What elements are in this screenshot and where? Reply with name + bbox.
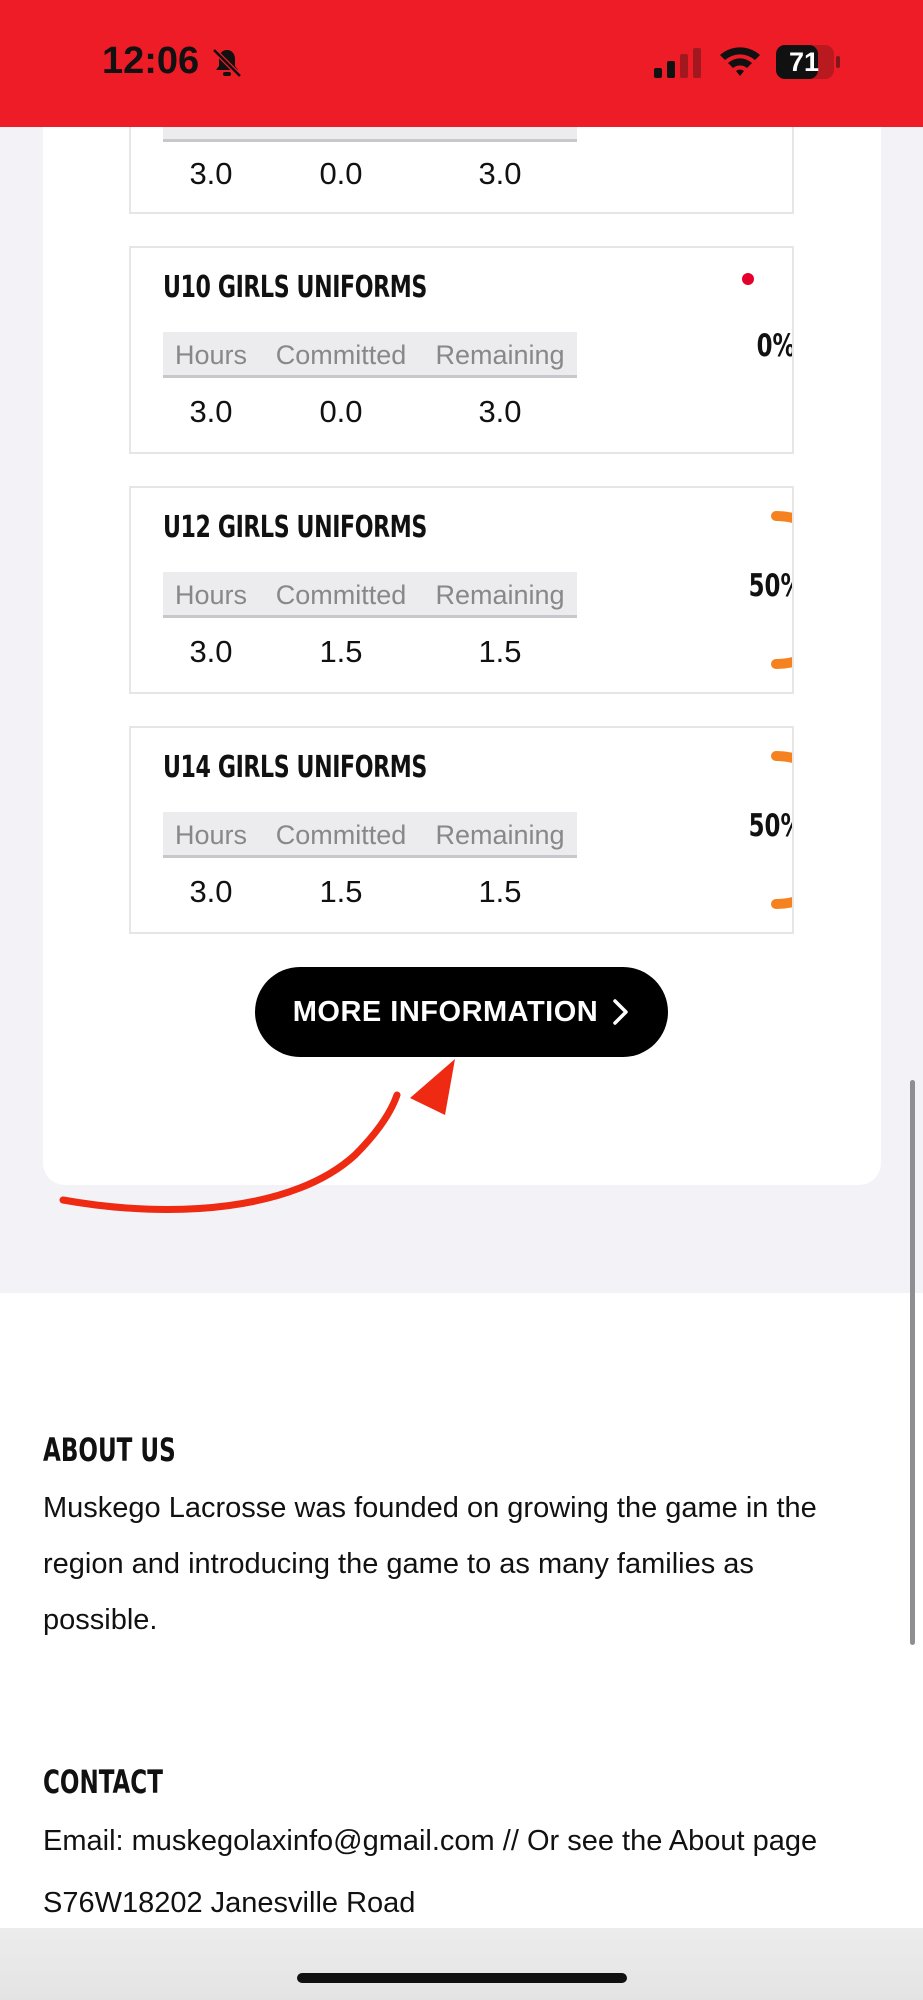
committed-value: 0.0 [319,394,363,429]
browser-bottom-bar [0,1928,923,2000]
stats-header: Hours Committed Remaining [163,572,577,618]
hours-header: Hours [174,820,248,850]
committed-header: Committed [275,580,407,610]
cellular-signal-icon [654,48,701,78]
need-card[interactable]: U14 GIRLS UNIFORMS Hours Committed Remai… [129,726,794,934]
progress-label: 50% [748,808,792,844]
need-card[interactable]: U10 GIRLS UNIFORMS Hours Committed Remai… [129,246,794,454]
annotation-arrow [59,1059,455,1213]
chevron-right-icon [613,999,628,1025]
remaining-value: 3.0 [478,394,522,429]
hours-header: Hours [174,580,248,610]
need-title: U14 GIRLS UNIFORMS [163,750,427,785]
hours-value: 3.0 [189,156,233,191]
about-text: Muskego Lacrosse was founded on growing … [43,1492,817,1636]
committed-header: Committed [275,340,407,370]
status-bar: 12:06 71 [0,0,923,127]
about-heading: ABOUT US [43,1431,176,1469]
need-card[interactable]: U12 GIRLS UNIFORMS Hours Committed Remai… [129,486,794,694]
hours-value: 3.0 [189,874,233,909]
progress-label: 50% [748,568,792,604]
contact-email[interactable]: Email: muskegolaxinfo@gmail.com // Or se… [43,1813,873,1869]
remaining-header: Remaining [435,820,565,850]
home-indicator[interactable] [297,1973,627,1983]
remaining-value: 3.0 [478,156,522,191]
committed-value: 1.5 [319,874,363,909]
hours-value: 3.0 [189,634,233,669]
stats-header: Hours Committed Remaining [163,332,577,378]
stats-header: Hours Committed Remaining [163,812,577,858]
committed-value: 0.0 [319,156,363,191]
committed-value: 1.5 [319,634,363,669]
scrollbar[interactable] [910,1080,915,1645]
remaining-header: Remaining [435,580,565,610]
address-text: S76W18202 Janesville Road [43,1887,416,1919]
need-title: U10 GIRLS UNIFORMS [163,270,427,305]
more-information-button[interactable]: MORE INFORMATION [255,967,668,1057]
contact-heading: CONTACT [43,1763,163,1801]
progress-label: 0% [756,328,794,364]
site-footer: ABOUT US Muskego Lacrosse was founded on… [0,1293,923,2000]
hours-header: Hours [174,340,248,370]
wifi-icon [720,47,760,76]
status-time: 12:06 [102,40,200,82]
committed-header: Committed [275,820,407,850]
more-information-label: MORE INFORMATION [292,995,599,1028]
remaining-value: 1.5 [478,874,522,909]
progress-start-dot [742,273,754,285]
bell-slash-icon [212,48,242,78]
remaining-header: Remaining [435,340,565,370]
remaining-value: 1.5 [478,634,522,669]
need-title: U12 GIRLS UNIFORMS [163,510,427,545]
battery-level: 71 [788,47,820,77]
hours-value: 3.0 [189,394,233,429]
